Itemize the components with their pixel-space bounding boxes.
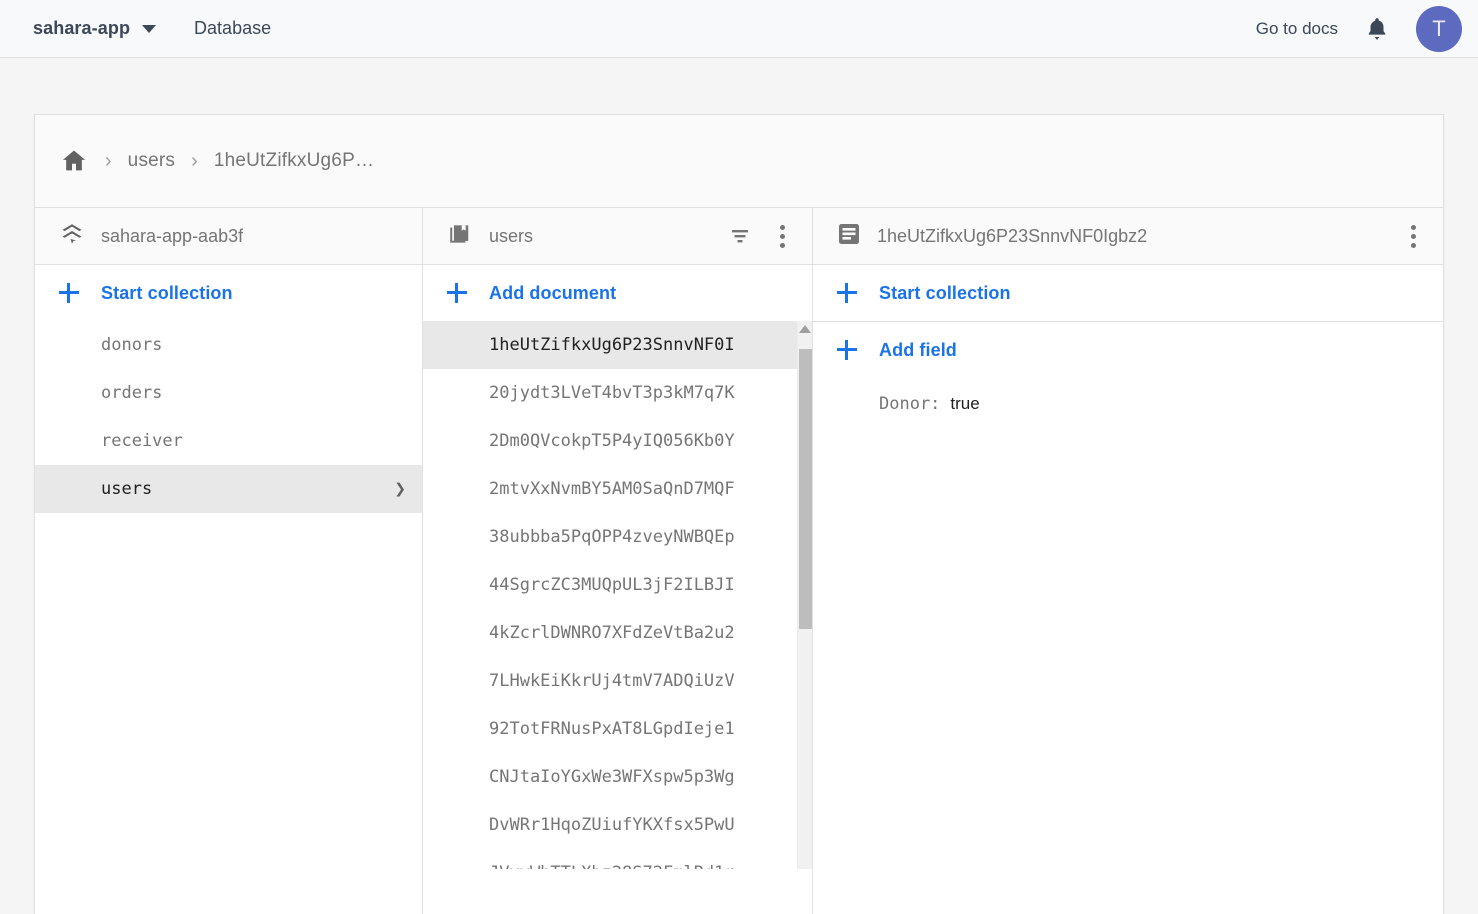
add-field-button[interactable]: Add field — [813, 322, 1443, 378]
more-vert-icon[interactable] — [1399, 222, 1427, 250]
field-key: Donor: — [879, 394, 941, 414]
document-id: 92TotFRNusPxAT8LGpdIeje1 — [489, 719, 735, 739]
home-icon[interactable] — [59, 147, 89, 175]
filter-list-icon[interactable] — [726, 222, 754, 250]
avatar-initial: T — [1432, 15, 1446, 41]
documents-panel-actions — [726, 222, 796, 250]
document-detail-actions — [1399, 222, 1427, 250]
add-document-button[interactable]: Add document — [423, 265, 812, 321]
list-item[interactable]: 20jydt3LVeT4bvT3p3kM7q7K — [423, 369, 812, 417]
add-field-label: Add field — [879, 339, 957, 360]
start-collection-button[interactable]: Start collection — [35, 265, 422, 321]
plus-icon — [837, 283, 857, 303]
database-card: › users › 1heUtZifkxUg6P… sahara-app-aab… — [34, 114, 1444, 914]
list-item[interactable]: 4kZcrlDWNRO7XFdZeVtBa2u2 — [423, 609, 812, 657]
start-collection-button[interactable]: Start collection — [813, 265, 1443, 321]
list-item[interactable]: 7LHwkEiKkrUj4tmV7ADQiUzV — [423, 657, 812, 705]
collection-list: donors orders receiver users ❯ — [35, 321, 422, 513]
list-item[interactable]: 38ubbba5PqOPP4zveyNWBQEp — [423, 513, 812, 561]
documents-panel-title: users — [489, 225, 534, 246]
list-item-selected[interactable]: 1heUtZifkxUg6P23SnnvNF0I — [423, 321, 812, 369]
plus-icon — [59, 283, 79, 303]
field-list: Donor: true — [813, 378, 1443, 414]
collection-icon — [447, 221, 473, 252]
field-value: true — [950, 394, 980, 413]
list-item[interactable]: 2Dm0QVcokpT5P4yIQ056Kb0Y — [423, 417, 812, 465]
panels-container: sahara-app-aab3f Start collection donors… — [35, 208, 1443, 914]
collections-panel-header: sahara-app-aab3f — [35, 208, 422, 265]
list-item[interactable]: receiver — [35, 417, 422, 465]
list-item[interactable]: orders — [35, 369, 422, 417]
add-document-label: Add document — [489, 282, 617, 303]
document-list-scrollbar[interactable] — [797, 321, 812, 869]
list-item[interactable]: donors — [35, 321, 422, 369]
list-item[interactable]: 92TotFRNusPxAT8LGpdIeje1 — [423, 705, 812, 753]
start-collection-label: Start collection — [101, 282, 233, 303]
scroll-up-arrow-icon[interactable] — [799, 325, 811, 333]
nav-item-database[interactable]: Database — [194, 18, 271, 39]
collection-name: users — [101, 479, 153, 499]
collection-name: receiver — [101, 431, 183, 451]
collections-panel-title: sahara-app-aab3f — [101, 225, 244, 246]
list-item-selected[interactable]: users ❯ — [35, 465, 422, 513]
plus-icon — [447, 283, 467, 303]
collection-name: donors — [101, 335, 163, 355]
go-to-docs-link[interactable]: Go to docs — [1256, 19, 1338, 39]
breadcrumb-separator-2: › — [191, 149, 198, 172]
document-detail-header: 1heUtZifkxUg6P23SnnvNF0Igbz2 — [813, 208, 1443, 265]
firestore-database-icon — [59, 221, 85, 252]
notification-bell-icon[interactable] — [1364, 15, 1390, 43]
document-id: 38ubbba5PqOPP4zveyNWBQEp — [489, 527, 735, 547]
document-id: JVyyWhTTLXbz28S72FmlRd1r — [489, 863, 735, 869]
document-id: 44SgrcZC3MUQpUL3jF2ILBJI — [489, 575, 735, 595]
document-icon — [837, 222, 861, 251]
document-id: 20jydt3LVeT4bvT3p3kM7q7K — [489, 383, 735, 403]
breadcrumb: › users › 1heUtZifkxUg6P… — [35, 115, 1443, 208]
document-detail-panel: 1heUtZifkxUg6P23SnnvNF0Igbz2 Start colle… — [813, 208, 1443, 914]
more-vert-icon[interactable] — [768, 222, 796, 250]
topbar-right-actions: Go to docs T — [1256, 5, 1462, 52]
list-item[interactable]: 2mtvXxNvmBY5AM0SaQnD7MQF — [423, 465, 812, 513]
document-id: 7LHwkEiKkrUj4tmV7ADQiUzV — [489, 671, 735, 691]
scrollbar-thumb[interactable] — [799, 349, 812, 629]
avatar[interactable]: T — [1416, 5, 1462, 52]
list-item[interactable]: CNJtaIoYGxWe3WFXspw5p3Wg — [423, 753, 812, 801]
top-app-bar: sahara-app Database Go to docs T — [0, 0, 1478, 58]
start-collection-label: Start collection — [879, 282, 1011, 303]
breadcrumb-item-document[interactable]: 1heUtZifkxUg6P… — [214, 150, 374, 172]
collection-name: orders — [101, 383, 163, 403]
documents-panel: users Add document 1heUtZifkxUg6P23SnnvN… — [423, 208, 813, 914]
document-id: 2mtvXxNvmBY5AM0SaQnD7MQF — [489, 479, 735, 499]
list-item[interactable]: 44SgrcZC3MUQpUL3jF2ILBJI — [423, 561, 812, 609]
breadcrumb-item-users[interactable]: users — [128, 150, 175, 172]
chevron-right-icon: ❯ — [394, 478, 406, 500]
plus-icon — [837, 340, 857, 360]
document-id: 1heUtZifkxUg6P23SnnvNF0I — [489, 335, 735, 355]
document-id: 4kZcrlDWNRO7XFdZeVtBa2u2 — [489, 623, 735, 643]
document-list: 1heUtZifkxUg6P23SnnvNF0I 20jydt3LVeT4bvT… — [423, 321, 812, 869]
document-id: 2Dm0QVcokpT5P4yIQ056Kb0Y — [489, 431, 735, 451]
document-id: DvWRr1HqoZUiufYKXfsx5PwU — [489, 815, 735, 835]
breadcrumb-separator-1: › — [105, 149, 112, 172]
project-name-label: sahara-app — [33, 18, 131, 38]
list-item[interactable]: DvWRr1HqoZUiufYKXfsx5PwU — [423, 801, 812, 849]
project-selector[interactable]: sahara-app — [33, 18, 157, 39]
field-row[interactable]: Donor: true — [813, 378, 1443, 414]
list-item[interactable]: JVyyWhTTLXbz28S72FmlRd1r — [423, 849, 812, 869]
chevron-down-icon — [142, 24, 157, 33]
collections-panel: sahara-app-aab3f Start collection donors… — [35, 208, 423, 914]
document-detail-title: 1heUtZifkxUg6P23SnnvNF0Igbz2 — [877, 225, 1148, 246]
documents-panel-header: users — [423, 208, 812, 265]
document-id: CNJtaIoYGxWe3WFXspw5p3Wg — [489, 767, 735, 787]
